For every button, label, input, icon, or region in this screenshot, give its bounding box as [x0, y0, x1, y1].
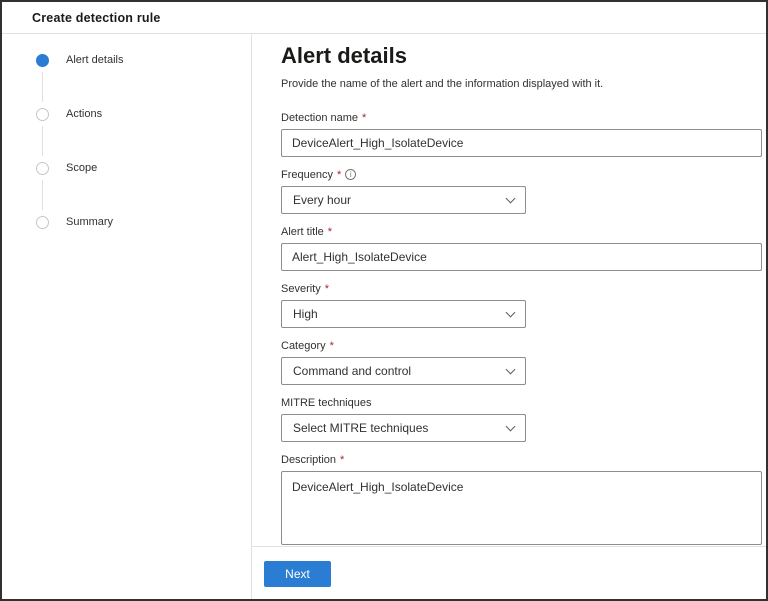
- chevron-down-icon: [505, 193, 516, 204]
- next-button[interactable]: Next: [264, 561, 331, 587]
- step-indicator-dot: [36, 215, 49, 229]
- page-subtitle: Provide the name of the alert and the in…: [281, 78, 604, 90]
- category-dropdown[interactable]: Command and control: [281, 357, 526, 385]
- detection-name-field: Detection name *: [281, 111, 762, 157]
- alert-title-field: Alert title *: [281, 225, 762, 271]
- chevron-down-icon: [505, 307, 516, 318]
- required-asterisk: *: [329, 339, 334, 352]
- frequency-selected-value: Every hour: [293, 193, 352, 207]
- required-asterisk: *: [362, 111, 367, 124]
- step-label: Scope: [66, 162, 98, 174]
- description-label: Description *: [281, 453, 345, 466]
- main-panel: Alert details Provide the name of the al…: [252, 34, 766, 599]
- wizard-step-summary[interactable]: Summary: [36, 215, 251, 229]
- required-asterisk: *: [324, 282, 330, 295]
- mitre-techniques-label: MITRE techniques: [281, 396, 372, 409]
- alert-title-label: Alert title *: [281, 225, 333, 238]
- page-title: Alert details: [281, 43, 407, 68]
- frequency-label: Frequency * i: [281, 168, 762, 181]
- wizard-step-alert-details[interactable]: Alert details: [36, 53, 251, 102]
- required-asterisk: *: [327, 225, 333, 238]
- step-indicator-dot: [36, 107, 49, 121]
- wizard-footer: Next: [252, 546, 766, 599]
- info-icon[interactable]: i: [345, 169, 357, 180]
- severity-selected-value: High: [293, 307, 318, 321]
- create-detection-rule-dialog: Create detection rule Alert details Acti…: [2, 2, 766, 599]
- category-field: Category * Command and control: [281, 339, 762, 385]
- frequency-dropdown[interactable]: Every hour: [281, 186, 526, 214]
- required-asterisk: *: [336, 168, 342, 181]
- severity-dropdown[interactable]: High: [281, 300, 526, 328]
- description-textarea[interactable]: DeviceAlert_High_IsolateDevice: [281, 471, 762, 545]
- step-label: Alert details: [66, 54, 124, 66]
- step-indicator-dot: [36, 161, 49, 175]
- dialog-content: Alert details Actions Scope Summary Aler…: [2, 34, 766, 599]
- severity-label: Severity *: [281, 282, 330, 295]
- detection-name-input[interactable]: [281, 129, 762, 157]
- alert-details-page: Alert details Provide the name of the al…: [252, 34, 766, 546]
- wizard-step-actions[interactable]: Actions: [36, 107, 251, 156]
- detection-name-label: Detection name *: [281, 111, 367, 124]
- chevron-down-icon: [505, 421, 516, 432]
- mitre-techniques-dropdown[interactable]: Select MITRE techniques: [281, 414, 526, 442]
- frequency-field: Frequency * i Every hour: [281, 168, 762, 214]
- dialog-titlebar: Create detection rule: [2, 2, 766, 34]
- mitre-techniques-field: MITRE techniques Select MITRE techniques: [281, 396, 762, 442]
- severity-field: Severity * High: [281, 282, 762, 328]
- alert-details-form: Detection name * Frequency * i Every hou…: [281, 111, 762, 545]
- wizard-nav: Alert details Actions Scope Summary: [2, 34, 252, 599]
- mitre-techniques-selected-value: Select MITRE techniques: [293, 421, 429, 435]
- required-asterisk: *: [340, 453, 345, 466]
- category-label: Category *: [281, 339, 334, 352]
- category-selected-value: Command and control: [293, 364, 412, 378]
- description-field: Description * DeviceAlert_High_IsolateDe…: [281, 453, 762, 545]
- step-label: Summary: [66, 216, 114, 228]
- chevron-down-icon: [505, 364, 516, 375]
- step-label: Actions: [66, 108, 103, 120]
- dialog-title: Create detection rule: [32, 10, 161, 25]
- step-indicator-dot: [36, 53, 49, 67]
- alert-title-input[interactable]: [281, 243, 762, 271]
- wizard-step-scope[interactable]: Scope: [36, 161, 251, 210]
